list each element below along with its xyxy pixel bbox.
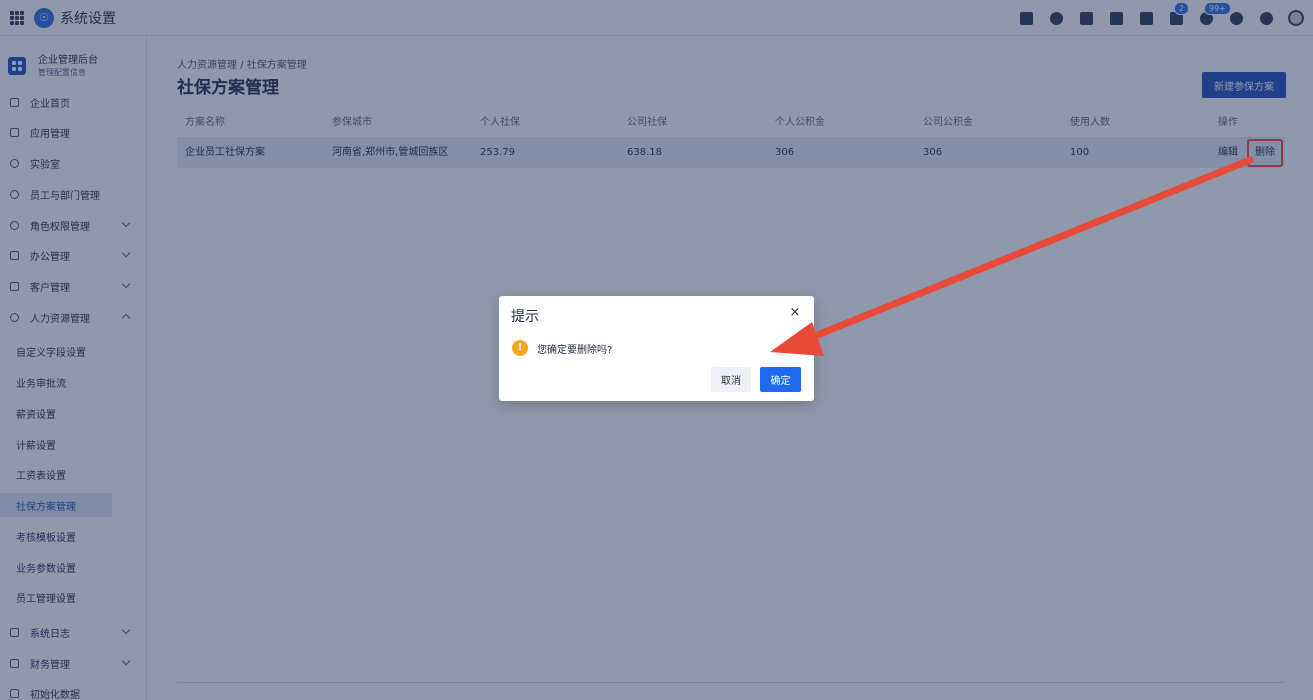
confirm-dialog: 提示 × ! 您确定要删除吗? 取消 确定 — [499, 296, 814, 401]
warning-icon: ! — [512, 340, 528, 356]
dialog-message: 您确定要删除吗? — [537, 345, 613, 356]
close-icon[interactable]: × — [788, 306, 802, 320]
cancel-button[interactable]: 取消 — [711, 367, 751, 392]
confirm-button[interactable]: 确定 — [760, 367, 801, 392]
dialog-title: 提示 — [511, 309, 539, 325]
